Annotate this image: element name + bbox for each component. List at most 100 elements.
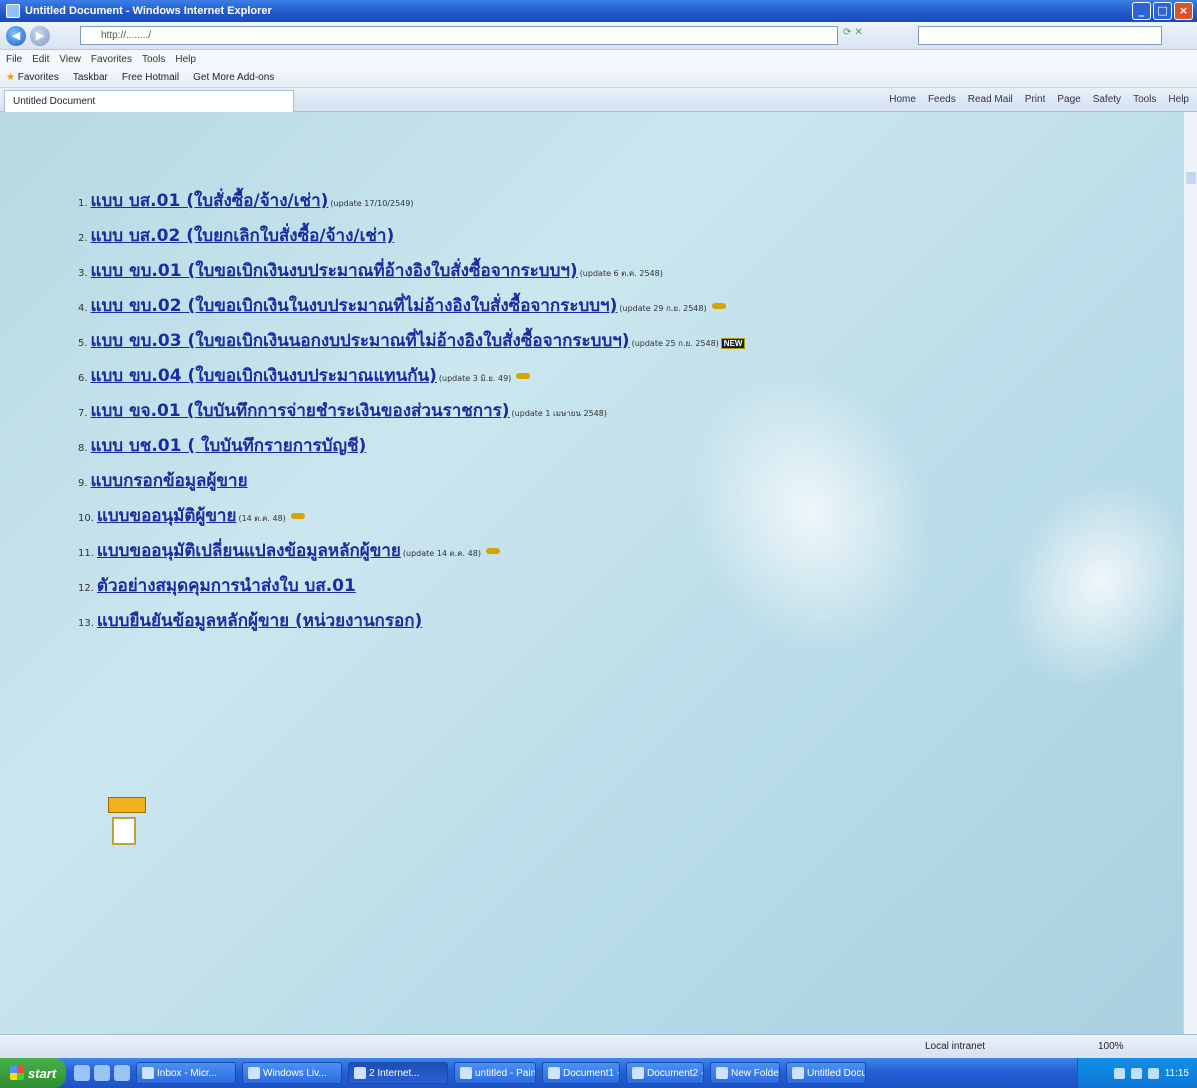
form-link-item: 7. แบบ ขจ.01 (ใบบันทึกการจ่ายชำระเงินของส…: [78, 400, 778, 425]
back-button[interactable]: ◀: [6, 25, 26, 46]
item-number: 10.: [78, 513, 94, 524]
taskbar-button[interactable]: Document1 - ...: [542, 1062, 620, 1084]
favorites-bar: ★ Favorites Taskbar Free Hotmail Get Mor…: [0, 68, 1197, 88]
zoom-level[interactable]: 100%: [1098, 1041, 1124, 1052]
menu-favorites[interactable]: Favorites: [91, 54, 132, 65]
new-arrow-icon: [290, 513, 305, 519]
help-menu[interactable]: Help: [1168, 94, 1189, 105]
item-number: 7.: [78, 408, 88, 419]
quick-launch: [74, 1065, 130, 1081]
page-menu[interactable]: Page: [1057, 94, 1080, 105]
ie-icon: [6, 4, 20, 18]
form-link[interactable]: แบบยืนยันข้อมูลหลักผู้ขาย (หน่วยงานกรอก): [97, 611, 422, 631]
form-link-item: 11. แบบขออนุมัติเปลี่ยนแปลงข้อมูลหลักผู้ข…: [78, 540, 778, 565]
form-link-list: 1. แบบ บส.01 (ใบสั่งซื้อ/จ้าง/เช่า) (updat…: [78, 190, 778, 645]
tray-icon[interactable]: [1130, 1067, 1142, 1079]
form-link[interactable]: ตัวอย่างสมุดคุมการนำส่งใบ บส.01: [97, 576, 356, 596]
form-link[interactable]: แบบ ขบ.03 (ใบขอเบิกเงินนอกงบประมาณที่ไม่…: [91, 331, 630, 351]
form-link[interactable]: แบบขออนุมัติเปลี่ยนแปลงข้อมูลหลักผู้ขาย: [97, 541, 401, 561]
minimize-button[interactable]: _: [1132, 2, 1151, 20]
read-mail-button[interactable]: Read Mail: [968, 94, 1013, 105]
search-input[interactable]: [918, 26, 1162, 45]
form-link[interactable]: แบบกรอกข้อมูลผู้ขาย: [91, 471, 248, 491]
address-input[interactable]: http://......../: [80, 26, 838, 45]
desktop-icon[interactable]: [74, 1065, 90, 1081]
menu-view[interactable]: View: [59, 54, 81, 65]
tools-menu[interactable]: Tools: [1133, 94, 1156, 105]
form-link-item: 4. แบบ ขบ.02 (ใบขอเบิกเงินในงบประมาณที่ไม…: [78, 295, 778, 320]
form-link[interactable]: แบบ บส.02 (ใบยกเลิกใบสั่งซื้อ/จ้าง/เช่า): [91, 226, 395, 246]
menu-file[interactable]: File: [6, 54, 22, 65]
favorites-button[interactable]: ★ Favorites: [6, 72, 59, 83]
close-button[interactable]: ×: [1174, 2, 1193, 20]
tray-icon[interactable]: [1113, 1067, 1125, 1079]
favorite-addons[interactable]: Get More Add-ons: [193, 72, 274, 83]
form-link[interactable]: แบบ ขบ.01 (ใบขอเบิกเงินงบประมาณที่อ้างอิ…: [91, 261, 578, 281]
item-number: 6.: [78, 373, 88, 384]
window-title: Untitled Document - Windows Internet Exp…: [25, 5, 272, 17]
command-bar: Home Feeds Read Mail Print Page Safety T…: [889, 94, 1189, 105]
counter-icon: [108, 797, 148, 847]
favorite-taskbar[interactable]: Taskbar: [73, 72, 108, 83]
refresh-icon[interactable]: ⟳ ✕: [843, 27, 863, 38]
new-arrow-icon: [485, 548, 500, 554]
windows-flag-icon: [10, 1066, 24, 1080]
update-note: (update 6 ต.ค. 2548): [579, 269, 663, 278]
item-number: 4.: [78, 303, 88, 314]
title-bar: Untitled Document - Windows Internet Exp…: [0, 0, 1197, 22]
form-link-item: 6. แบบ ขบ.04 (ใบขอเบิกเงินงบประมาณแทนกัน)…: [78, 365, 778, 390]
menu-bar: File Edit View Favorites Tools Help: [0, 50, 1197, 68]
form-link-item: 8. แบบ บช.01 ( ใบบันทึกรายการบัญชี): [78, 435, 778, 460]
maximize-button[interactable]: □: [1153, 2, 1172, 20]
form-link-item: 2. แบบ บส.02 (ใบยกเลิกใบสั่งซื้อ/จ้าง/เช่…: [78, 225, 778, 250]
taskbar-button[interactable]: 2 Internet...: [348, 1062, 448, 1084]
ie-launch-icon[interactable]: [94, 1065, 110, 1081]
item-number: 11.: [78, 548, 94, 559]
form-link[interactable]: แบบ ขบ.02 (ใบขอเบิกเงินในงบประมาณที่ไม่อ…: [91, 296, 618, 316]
update-note: (14 ต.ค. 48): [238, 514, 286, 523]
menu-edit[interactable]: Edit: [32, 54, 49, 65]
update-note: (update 1 เมษายน 2548): [511, 409, 607, 418]
form-link-item: 5. แบบ ขบ.03 (ใบขอเบิกเงินนอกงบประมาณที่ไ…: [78, 330, 778, 355]
clock: 11:15: [1164, 1067, 1189, 1079]
taskbar-button[interactable]: New Folder: [710, 1062, 780, 1084]
tray-icon[interactable]: [1147, 1067, 1159, 1079]
security-zone: Local intranet: [925, 1041, 986, 1052]
taskbar-button[interactable]: Document2 - ...: [626, 1062, 704, 1084]
print-button[interactable]: Print: [1025, 94, 1046, 105]
item-number: 2.: [78, 233, 88, 244]
forward-button[interactable]: ▶: [30, 25, 50, 46]
taskbar-button[interactable]: Windows Liv...: [242, 1062, 342, 1084]
update-note: (update 14 ต.ค. 48): [402, 549, 481, 558]
form-link[interactable]: แบบ ขบ.04 (ใบขอเบิกเงินงบประมาณแทนกัน): [91, 366, 437, 386]
page-content: 1. แบบ บส.01 (ใบสั่งซื้อ/จ้าง/เช่า) (updat…: [0, 112, 1183, 1034]
address-bar: ◀ ▶ http://......../ ⟳ ✕: [0, 22, 1197, 50]
mail-launch-icon[interactable]: [114, 1065, 130, 1081]
menu-help[interactable]: Help: [175, 54, 196, 65]
background-swirl: [967, 441, 1183, 723]
status-bar: Local intranet 100%: [0, 1034, 1197, 1058]
vertical-scrollbar[interactable]: [1183, 112, 1197, 1034]
form-link[interactable]: แบบ บช.01 ( ใบบันทึกรายการบัญชี): [91, 436, 367, 456]
item-number: 13.: [78, 618, 94, 629]
tab-bar: Untitled Document Home Feeds Read Mail P…: [0, 88, 1197, 112]
item-number: 8.: [78, 443, 88, 454]
form-link[interactable]: แบบ บส.01 (ใบสั่งซื้อ/จ้าง/เช่า): [91, 191, 329, 211]
scrollbar-thumb[interactable]: [1186, 172, 1196, 184]
favorite-hotmail[interactable]: Free Hotmail: [122, 72, 179, 83]
item-number: 1.: [78, 198, 88, 209]
feeds-button[interactable]: Feeds: [928, 94, 956, 105]
form-link-item: 1. แบบ บส.01 (ใบสั่งซื้อ/จ้าง/เช่า) (updat…: [78, 190, 778, 215]
menu-tools[interactable]: Tools: [142, 54, 165, 65]
taskbar-button[interactable]: untitled - Paint: [454, 1062, 536, 1084]
home-button[interactable]: Home: [889, 94, 916, 105]
tab-untitled[interactable]: Untitled Document: [4, 90, 294, 112]
form-link[interactable]: แบบ ขจ.01 (ใบบันทึกการจ่ายชำระเงินของส่ว…: [91, 401, 510, 421]
start-button[interactable]: start: [0, 1058, 66, 1088]
safety-menu[interactable]: Safety: [1093, 94, 1121, 105]
form-link[interactable]: แบบขออนุมัติผู้ขาย: [97, 506, 237, 526]
form-link-item: 10. แบบขออนุมัติผู้ขาย (14 ต.ค. 48): [78, 505, 778, 530]
taskbar-button[interactable]: Inbox - Micr...: [136, 1062, 236, 1084]
new-arrow-icon: [711, 303, 726, 309]
taskbar-button[interactable]: Untitled Docu...: [786, 1062, 866, 1084]
